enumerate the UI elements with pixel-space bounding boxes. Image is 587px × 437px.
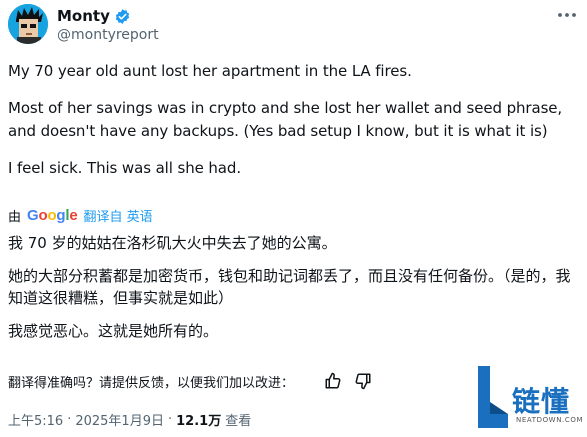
feedback-buttons [324, 372, 372, 390]
translated-paragraph-2: 她的大部分积蓄都是加密货币，钱包和助记词都丢了，而且没有任何备份。（是的，我知道… [8, 267, 571, 307]
thumbs-up-icon[interactable] [324, 372, 342, 390]
translated-from-link[interactable]: 翻译自 英语 [84, 206, 153, 225]
author-name-row[interactable]: Monty [57, 6, 131, 26]
avatar[interactable] [8, 4, 48, 44]
more-options-icon[interactable] [555, 3, 579, 27]
translation-feedback: 翻译得准确吗？请提供反馈，以便我们加以改进： [8, 372, 294, 391]
tweet-text: My 70 year old aunt lost her apartment i… [8, 60, 583, 194]
author-handle[interactable]: @montyreport [57, 25, 159, 45]
watermark-title: 链懂 [512, 385, 571, 418]
thumbs-down-icon[interactable] [354, 372, 372, 390]
translated-text: 我 70 岁的姑姑在洛杉矶大火中失去了她的公寓。 她的大部分积蓄都是加密货币，钱… [8, 232, 583, 353]
avatar-image [8, 4, 48, 44]
verified-badge-icon [114, 8, 131, 25]
author-name[interactable]: Monty [57, 6, 110, 26]
tweet-date[interactable]: 2025年1月9日 [75, 410, 164, 429]
tweet-paragraph-1: My 70 year old aunt lost her apartment i… [8, 62, 412, 80]
google-logo: Google [27, 207, 78, 224]
translation-attribution: 由 Google 翻译自 英语 [8, 206, 153, 225]
feedback-prompt: 翻译得准确吗？请提供反馈，以便我们加以改进： [8, 376, 295, 391]
tweet-paragraph-2: Most of her savings was in crypto and sh… [8, 99, 563, 140]
tweet-paragraph-3: I feel sick. This was all she had. [8, 159, 241, 177]
meta-separator: · [67, 412, 72, 427]
tweet-time[interactable]: 上午5:16 [8, 410, 63, 429]
tweet-meta: 上午5:16 · 2025年1月9日 · 12.1万 查看 [8, 410, 251, 429]
view-count: 12.1万 [176, 414, 222, 429]
translated-paragraph-1: 我 70 岁的姑姑在洛杉矶大火中失去了她的公寓。 [8, 234, 337, 252]
views-label: 查看 [225, 414, 252, 429]
translated-by-label: 由 [8, 210, 22, 225]
watermark-subtitle: NEATDOWN.COM [516, 416, 584, 424]
translated-paragraph-3: 我感觉恶心。这就是她所有的。 [8, 322, 219, 340]
meta-separator: · [167, 412, 173, 427]
watermark: 链懂 NEATDOWN.COM [468, 362, 584, 434]
watermark-logo-icon [478, 366, 508, 428]
